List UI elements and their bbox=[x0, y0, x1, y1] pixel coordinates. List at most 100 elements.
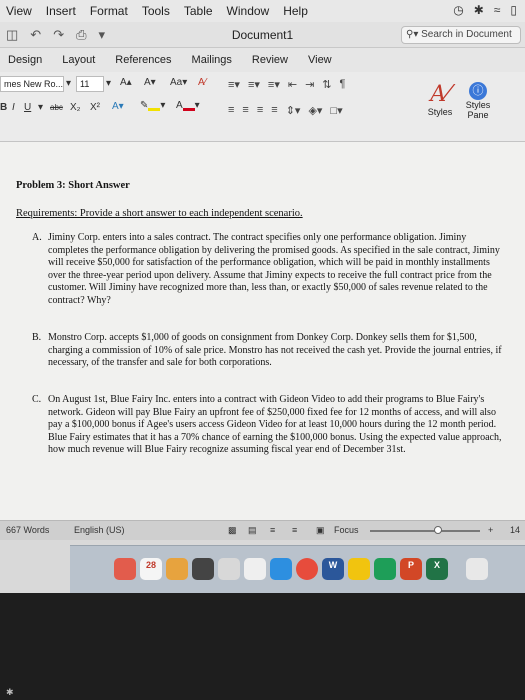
excel-letter: X bbox=[433, 560, 440, 570]
change-case-icon[interactable]: Aa▾ bbox=[170, 77, 187, 88]
shading-icon[interactable]: ◈▾ bbox=[308, 104, 322, 117]
status-bar: 667 Words English (US) ▩ ▤ ≡ ≡ ▣ Focus +… bbox=[0, 520, 525, 540]
font-name-dropdown-icon[interactable]: ▾ bbox=[66, 78, 71, 89]
increase-indent-icon[interactable]: ⇥ bbox=[305, 78, 314, 91]
focus-icon[interactable]: ▣ bbox=[316, 525, 325, 536]
menu-view[interactable]: View bbox=[6, 4, 32, 18]
scenario-b-label: B. bbox=[32, 332, 42, 343]
problem-heading: Problem 3: Short Answer bbox=[16, 180, 130, 191]
bullets-icon[interactable]: ≡▾ bbox=[228, 78, 240, 91]
bold-button[interactable]: B bbox=[0, 102, 7, 113]
tab-layout[interactable]: Layout bbox=[62, 54, 95, 66]
scenario-b-text: Monstro Corp. accepts $1,000 of goods on… bbox=[48, 332, 502, 368]
tab-design[interactable]: Design bbox=[8, 54, 42, 66]
superscript-button[interactable]: X² bbox=[90, 102, 100, 113]
photos-icon[interactable] bbox=[166, 558, 188, 580]
search-icon: ⚲▾ bbox=[406, 29, 419, 40]
font-name-field[interactable]: mes New Ro... bbox=[0, 76, 64, 92]
borders-icon[interactable]: □▾ bbox=[330, 104, 342, 117]
align-right-icon[interactable]: ≡ bbox=[257, 104, 263, 117]
italic-button[interactable]: I bbox=[12, 102, 15, 113]
styles-button[interactable]: A⁄ Styles bbox=[420, 82, 460, 117]
tab-review[interactable]: Review bbox=[252, 54, 288, 66]
clock-icon[interactable]: ◷ bbox=[453, 3, 463, 17]
scenario-c: C. On August 1st, Blue Fairy Inc. enters… bbox=[32, 394, 504, 457]
highlight-color-swatch bbox=[148, 108, 161, 111]
styles-pane-icon: ⓘ bbox=[469, 82, 487, 100]
font-size-dropdown-icon[interactable]: ▾ bbox=[106, 78, 111, 89]
word-count[interactable]: 667 Words bbox=[6, 525, 49, 535]
language-indicator[interactable]: English (US) bbox=[74, 525, 125, 535]
menu-tools[interactable]: Tools bbox=[142, 4, 170, 18]
screen-bezel: ✱ bbox=[0, 593, 525, 700]
notes-icon[interactable] bbox=[348, 558, 370, 580]
zoom-level: 14 bbox=[510, 525, 521, 535]
chrome-icon[interactable] bbox=[296, 558, 318, 580]
decrease-indent-icon[interactable]: ⇤ bbox=[288, 78, 297, 91]
numbering-icon[interactable]: ≡▾ bbox=[248, 78, 260, 91]
powerpoint-letter: P bbox=[407, 560, 414, 570]
strikethrough-button[interactable]: abc bbox=[50, 103, 63, 112]
font-size-field[interactable]: 11 bbox=[76, 76, 104, 92]
align-center-icon[interactable]: ≡ bbox=[242, 104, 248, 117]
menu-table[interactable]: Table bbox=[184, 4, 213, 18]
tab-mailings[interactable]: Mailings bbox=[192, 54, 232, 66]
menu-window[interactable]: Window bbox=[227, 4, 270, 18]
font-color-swatch bbox=[182, 108, 195, 111]
shrink-font-button[interactable]: A▾ bbox=[144, 77, 156, 88]
scenario-b: B. Monstro Corp. accepts $1,000 of goods… bbox=[32, 332, 504, 370]
font-color-icon[interactable]: A ▾ bbox=[176, 100, 200, 111]
search-input[interactable]: ⚲▾ Search in Document bbox=[401, 26, 521, 44]
multilevel-list-icon[interactable]: ≡▾ bbox=[268, 78, 280, 91]
menu-help[interactable]: Help bbox=[283, 4, 308, 18]
clear-formatting-icon[interactable]: A⁄ bbox=[198, 77, 206, 88]
sort-icon[interactable]: ⇅ bbox=[322, 78, 331, 91]
document-page[interactable]: Problem 3: Short Answer Requirements: Pr… bbox=[0, 142, 525, 520]
styles-label: Styles bbox=[427, 107, 453, 117]
tab-view[interactable]: View bbox=[308, 54, 332, 66]
menu-format[interactable]: Format bbox=[90, 4, 128, 18]
web-layout-icon[interactable]: ▤ bbox=[248, 525, 257, 536]
outline-view-icon[interactable]: ≡ bbox=[270, 525, 275, 535]
app-store-icon[interactable] bbox=[244, 558, 266, 580]
word-letter: W bbox=[328, 560, 338, 570]
menubar-status-icons: ◷ ✱ ≈ ▯ bbox=[453, 3, 517, 17]
camera-icon[interactable] bbox=[192, 558, 214, 580]
settings-icon[interactable] bbox=[218, 558, 240, 580]
trash-icon[interactable] bbox=[466, 558, 488, 580]
tab-references[interactable]: References bbox=[115, 54, 171, 66]
scenario-c-label: C. bbox=[32, 394, 42, 405]
screen: View Insert Format Tools Table Window He… bbox=[0, 0, 525, 700]
highlight-icon[interactable]: ✎ ▾ bbox=[140, 100, 165, 111]
scenario-a: A. Jiminy Corp. enters into a sales cont… bbox=[32, 232, 504, 307]
styles-pane-button[interactable]: ⓘ Styles Pane bbox=[460, 82, 496, 120]
focus-label[interactable]: Focus bbox=[334, 525, 359, 535]
bluetooth-icon[interactable]: ✱ bbox=[474, 3, 484, 17]
justify-icon[interactable]: ≡ bbox=[271, 104, 277, 117]
menu-insert[interactable]: Insert bbox=[46, 4, 76, 18]
print-layout-icon[interactable]: ▩ bbox=[228, 525, 237, 536]
text-effects-icon[interactable]: A▾ bbox=[112, 101, 124, 112]
subscript-button[interactable]: X₂ bbox=[70, 102, 81, 113]
zoom-slider[interactable] bbox=[370, 530, 480, 532]
paragraph-row-2: ≡ ≡ ≡ ≡ ⇕▾ ◈▾ □▾ bbox=[228, 104, 343, 117]
pilcrow-icon[interactable]: ¶ bbox=[340, 78, 346, 91]
requirements-line: Requirements: Provide a short answer to … bbox=[16, 208, 303, 219]
dock: 28 W P X bbox=[70, 545, 525, 593]
draft-view-icon[interactable]: ≡ bbox=[292, 525, 297, 535]
scenario-a-label: A. bbox=[32, 232, 42, 243]
line-spacing-icon[interactable]: ⇕▾ bbox=[286, 104, 301, 117]
underline-button[interactable]: U bbox=[24, 102, 31, 113]
browser-icon[interactable] bbox=[270, 558, 292, 580]
app-icon[interactable] bbox=[114, 558, 136, 580]
underline-dropdown-icon[interactable]: ▾ bbox=[38, 102, 43, 113]
grow-font-button[interactable]: A▴ bbox=[120, 77, 132, 88]
airplay-icon[interactable]: ▯ bbox=[510, 3, 517, 17]
wifi-icon[interactable]: ≈ bbox=[494, 3, 501, 17]
search-placeholder: Search in Document bbox=[421, 29, 512, 40]
messages-icon[interactable] bbox=[374, 558, 396, 580]
zoom-in-button[interactable]: + bbox=[488, 525, 493, 535]
zoom-slider-handle[interactable] bbox=[434, 526, 442, 534]
align-left-icon[interactable]: ≡ bbox=[228, 104, 234, 117]
paragraph-row-1: ≡▾ ≡▾ ≡▾ ⇤ ⇥ ⇅ ¶ bbox=[228, 78, 345, 91]
